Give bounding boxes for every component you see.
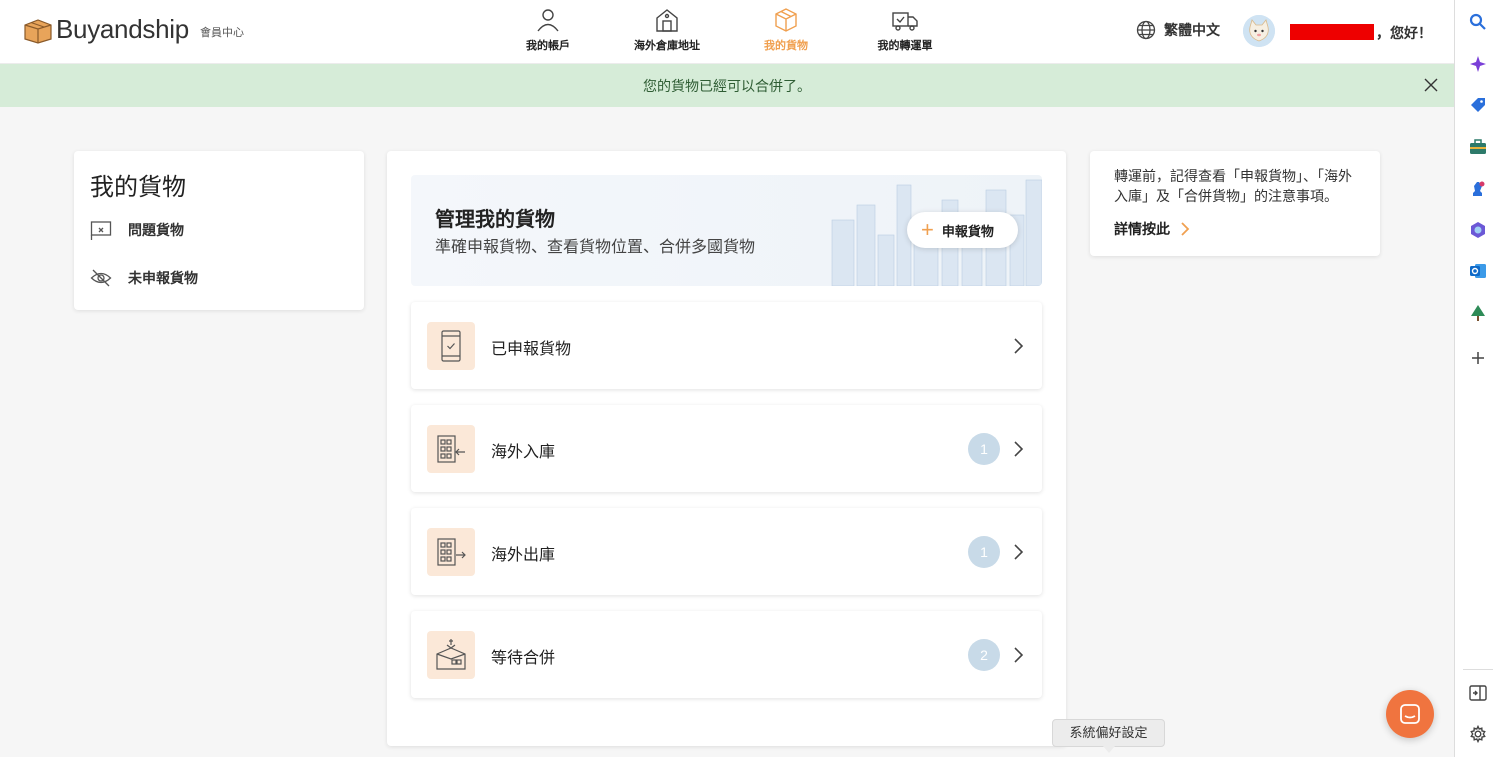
- nav-label: 我的帳戶: [526, 40, 570, 52]
- declare-goods-button[interactable]: + 申報貨物: [907, 212, 1018, 248]
- chevron-right-icon: [1014, 338, 1024, 354]
- add-icon[interactable]: [1468, 348, 1488, 368]
- package-icon: [775, 8, 797, 32]
- cat-avatar-icon: [1243, 15, 1275, 47]
- nav-label: 我的貨物: [764, 40, 808, 52]
- logo[interactable]: Buyandship: [22, 14, 189, 45]
- row-declared-goods[interactable]: 已申報貨物: [411, 302, 1042, 389]
- language-selector[interactable]: 繁體中文: [1136, 20, 1220, 40]
- side-item-label: 未申報貨物: [128, 270, 198, 286]
- nav-label: 海外倉庫地址: [634, 40, 700, 52]
- side-item-problem-goods[interactable]: 問題貨物: [90, 219, 184, 241]
- sparkle-icon[interactable]: [1468, 54, 1488, 74]
- member-center-label: 會員中心: [200, 27, 244, 39]
- row-label: 已申報貨物: [491, 341, 572, 358]
- side-menu-title: 我的貨物: [90, 174, 186, 201]
- banner-message: 您的貨物已經可以合併了。: [643, 78, 811, 94]
- chess-icon[interactable]: [1468, 178, 1488, 198]
- info-text: 轉運前，記得查看「申報貨物」、「海外入庫」及「合併貨物」的注意事項。: [1114, 168, 1352, 204]
- chat-button[interactable]: [1386, 690, 1434, 738]
- tree-icon[interactable]: [1468, 303, 1488, 323]
- plus-icon: +: [921, 217, 934, 242]
- row-label: 等待合併: [491, 650, 556, 667]
- details-link-label: 詳情按此: [1114, 221, 1170, 237]
- merge-box-icon: [427, 631, 475, 679]
- eye-off-icon: [90, 269, 112, 287]
- browser-sidebar: [1454, 0, 1500, 757]
- nav-my-goods[interactable]: 我的貨物: [736, 8, 836, 53]
- top-nav: Buyandship 會員中心 我的帳戶 海外倉庫地址 我的貨物 我的轉運單 繁…: [0, 0, 1454, 64]
- chevron-right-icon: [1014, 544, 1024, 560]
- phone-check-icon: [427, 322, 475, 370]
- redacted-username: [1290, 24, 1374, 40]
- tag-icon[interactable]: [1468, 95, 1488, 115]
- nav-my-account[interactable]: 我的帳戶: [498, 8, 598, 53]
- globe-icon: [1136, 20, 1156, 40]
- truck-icon: [892, 12, 918, 31]
- hero-subtitle: 準確申報貨物、查看貨物位置、合併多國貨物: [435, 239, 756, 256]
- row-overseas-outbound[interactable]: 海外出庫 1: [411, 508, 1042, 595]
- row-overseas-inbound[interactable]: 海外入庫 1: [411, 405, 1042, 492]
- warehouse-in-icon: [427, 425, 475, 473]
- nav-label: 我的轉運單: [877, 40, 933, 52]
- chevron-right-icon: [1014, 647, 1024, 663]
- logo-text: Buyandship: [56, 14, 189, 44]
- declare-goods-label: 申報貨物: [941, 223, 994, 239]
- chat-icon: [1400, 704, 1420, 724]
- nav-my-shipments[interactable]: 我的轉運單: [855, 8, 955, 53]
- hero-banner: 管理我的貨物 準確申報貨物、查看貨物位置、合併多國貨物 + 申報貨物: [411, 175, 1042, 286]
- goods-main-panel: 管理我的貨物 準確申報貨物、查看貨物位置、合併多國貨物 + 申報貨物 已申報貨物…: [387, 151, 1066, 746]
- warehouse-icon: [656, 9, 678, 32]
- system-preferences-tooltip: 系統偏好設定: [1052, 719, 1165, 753]
- count-badge: 1: [968, 536, 1000, 568]
- search-icon[interactable]: [1468, 12, 1488, 32]
- info-card: 轉運前，記得查看「申報貨物」、「海外入庫」及「合併貨物」的注意事項。 詳情按此: [1090, 151, 1380, 256]
- sidebar-divider: [1463, 669, 1493, 670]
- warehouse-out-icon: [427, 528, 475, 576]
- row-label: 海外入庫: [491, 444, 556, 461]
- close-icon[interactable]: [1422, 76, 1440, 94]
- details-link[interactable]: 詳情按此: [1114, 219, 1190, 239]
- panel-toggle-icon[interactable]: [1468, 683, 1488, 703]
- flag-icon: [90, 221, 112, 240]
- chevron-right-icon: [1181, 222, 1190, 236]
- hexagon-icon[interactable]: [1468, 220, 1488, 240]
- notification-banner: 您的貨物已經可以合併了。: [0, 64, 1454, 107]
- goods-side-menu: 我的貨物 問題貨物 未申報貨物: [74, 151, 364, 310]
- language-label: 繁體中文: [1164, 22, 1220, 38]
- row-label: 海外出庫: [491, 547, 556, 564]
- count-badge: 1: [968, 433, 1000, 465]
- row-awaiting-merge[interactable]: 等待合併 2: [411, 611, 1042, 698]
- side-item-label: 問題貨物: [128, 222, 184, 238]
- gear-icon[interactable]: [1468, 724, 1488, 744]
- logo-box-icon: [24, 18, 52, 44]
- outlook-icon[interactable]: [1468, 261, 1488, 281]
- greeting-text: ，您好！: [1376, 25, 1432, 41]
- briefcase-icon[interactable]: [1468, 137, 1488, 157]
- side-item-undeclared-goods[interactable]: 未申報貨物: [90, 267, 198, 289]
- nav-overseas-address[interactable]: 海外倉庫地址: [617, 8, 717, 53]
- user-icon: [537, 9, 559, 32]
- hero-title: 管理我的貨物: [435, 209, 555, 231]
- chevron-right-icon: [1014, 441, 1024, 457]
- count-badge: 2: [968, 639, 1000, 671]
- avatar[interactable]: [1243, 15, 1275, 47]
